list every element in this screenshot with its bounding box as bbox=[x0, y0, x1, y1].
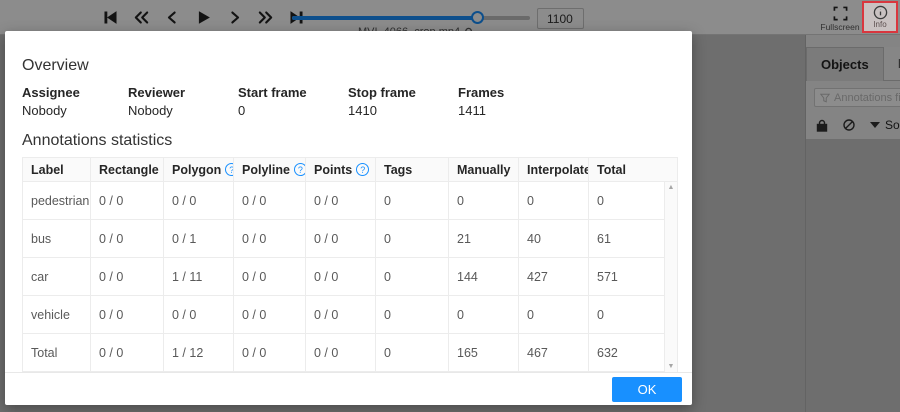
field-stop-frame: Stop frame 1410 bbox=[348, 85, 458, 118]
col-points: Points? bbox=[305, 157, 376, 182]
field-label: Start frame bbox=[238, 85, 307, 100]
cell: 1 / 11 bbox=[163, 257, 234, 296]
field-value: Nobody bbox=[22, 103, 67, 118]
cell: 165 bbox=[448, 333, 519, 372]
field-value: 0 bbox=[238, 103, 246, 118]
cell: 0 / 0 bbox=[305, 181, 376, 220]
modal-footer: OK bbox=[5, 372, 692, 405]
cell: 0 / 0 bbox=[233, 219, 306, 258]
help-icon[interactable]: ? bbox=[225, 162, 233, 176]
statistics-table-wrapper: Label Rectangle? Polygon? Polyline? Poin… bbox=[22, 157, 678, 372]
cell: 0 / 0 bbox=[90, 219, 164, 258]
info-label: Info bbox=[873, 20, 887, 29]
table-row-total: Total 0 / 01 / 12 0 / 00 / 0 0 165 467 632 bbox=[22, 333, 678, 372]
cell: 0 bbox=[375, 257, 449, 296]
cell: pedestrian bbox=[22, 181, 91, 220]
cell: Total bbox=[22, 333, 91, 372]
field-start-frame: Start frame 0 bbox=[238, 85, 348, 118]
annotations-statistics-title: Annotations statistics bbox=[22, 132, 173, 149]
field-label: Assignee bbox=[22, 85, 80, 100]
cell: 0 bbox=[518, 181, 589, 220]
cell: 0 / 0 bbox=[90, 333, 164, 372]
job-info-modal: Overview Assignee Nobody Reviewer Nobody… bbox=[5, 31, 692, 405]
col-rectangle: Rectangle? bbox=[90, 157, 164, 182]
ok-button[interactable]: OK bbox=[612, 377, 682, 402]
col-polyline: Polyline? bbox=[233, 157, 306, 182]
cell: 0 / 0 bbox=[233, 181, 306, 220]
table-scrollbar[interactable]: ▲ ▼ bbox=[664, 182, 677, 372]
overview-fields: Assignee Nobody Reviewer Nobody Start fr… bbox=[22, 85, 675, 118]
cell: vehicle bbox=[22, 295, 91, 334]
cell: 0 / 0 bbox=[90, 295, 164, 334]
field-reviewer: Reviewer Nobody bbox=[128, 85, 238, 118]
cell: 0 / 0 bbox=[163, 181, 234, 220]
info-icon bbox=[873, 5, 887, 20]
field-assignee: Assignee Nobody bbox=[22, 85, 128, 118]
cell: 0 / 0 bbox=[90, 181, 164, 220]
cell: 0 bbox=[375, 333, 449, 372]
cell: 0 / 0 bbox=[305, 295, 376, 334]
cell: 0 / 0 bbox=[163, 295, 234, 334]
table-row-car: car 0 / 01 / 11 0 / 00 / 0 0 144 427 571 bbox=[22, 257, 678, 296]
cell: 0 / 0 bbox=[305, 257, 376, 296]
help-icon[interactable]: ? bbox=[293, 162, 305, 176]
field-value: 1410 bbox=[348, 103, 377, 118]
cell: 21 bbox=[448, 219, 519, 258]
cell: 0 bbox=[375, 295, 449, 334]
col-manually: Manually bbox=[448, 157, 519, 182]
col-total: Total bbox=[588, 157, 678, 182]
cell: 0 bbox=[518, 295, 589, 334]
col-interpolated: Interpolated bbox=[518, 157, 589, 182]
cell: 0 / 1 bbox=[163, 219, 234, 258]
cell: 0 bbox=[448, 295, 519, 334]
cell: bus bbox=[22, 219, 91, 258]
cell: 0 bbox=[375, 219, 449, 258]
cell: 0 / 0 bbox=[233, 257, 306, 296]
col-tags: Tags bbox=[375, 157, 449, 182]
scroll-up-icon[interactable]: ▲ bbox=[665, 184, 677, 191]
field-value: 1411 bbox=[458, 103, 486, 118]
field-frames: Frames 1411 bbox=[458, 85, 558, 118]
cell: 0 / 0 bbox=[233, 295, 306, 334]
table-row-bus: bus 0 / 00 / 10 / 00 / 0 0 21 40 61 bbox=[22, 219, 678, 258]
statistics-table: Label Rectangle? Polygon? Polyline? Poin… bbox=[22, 157, 678, 372]
table-header-row: Label Rectangle? Polygon? Polyline? Poin… bbox=[22, 157, 678, 182]
field-label: Stop frame bbox=[348, 85, 416, 100]
cell: 0 / 0 bbox=[305, 219, 376, 258]
cell: 0 bbox=[375, 181, 449, 220]
field-value: Nobody bbox=[128, 103, 173, 118]
cell: 40 bbox=[518, 219, 589, 258]
field-label: Reviewer bbox=[128, 85, 186, 100]
col-polygon: Polygon? bbox=[163, 157, 234, 182]
scroll-down-icon[interactable]: ▼ bbox=[665, 363, 677, 370]
cell: 0 / 0 bbox=[233, 333, 306, 372]
col-label: Label bbox=[22, 157, 91, 182]
cell: 0 bbox=[448, 181, 519, 220]
cell: 0 / 0 bbox=[305, 333, 376, 372]
cell: 0 / 0 bbox=[90, 257, 164, 296]
cell: 1 / 12 bbox=[163, 333, 234, 372]
cell: 427 bbox=[518, 257, 589, 296]
help-icon[interactable]: ? bbox=[356, 162, 370, 176]
cell: 144 bbox=[448, 257, 519, 296]
table-row-pedestrian: pedestrian 0 / 00 / 00 / 00 / 00000 bbox=[22, 181, 678, 220]
cell: car bbox=[22, 257, 91, 296]
table-row-vehicle: vehicle 0 / 00 / 00 / 00 / 00000 bbox=[22, 295, 678, 334]
info-button[interactable]: Info bbox=[862, 1, 898, 33]
overview-title: Overview bbox=[22, 57, 89, 74]
field-label: Frames bbox=[458, 85, 505, 100]
cell: 467 bbox=[518, 333, 589, 372]
